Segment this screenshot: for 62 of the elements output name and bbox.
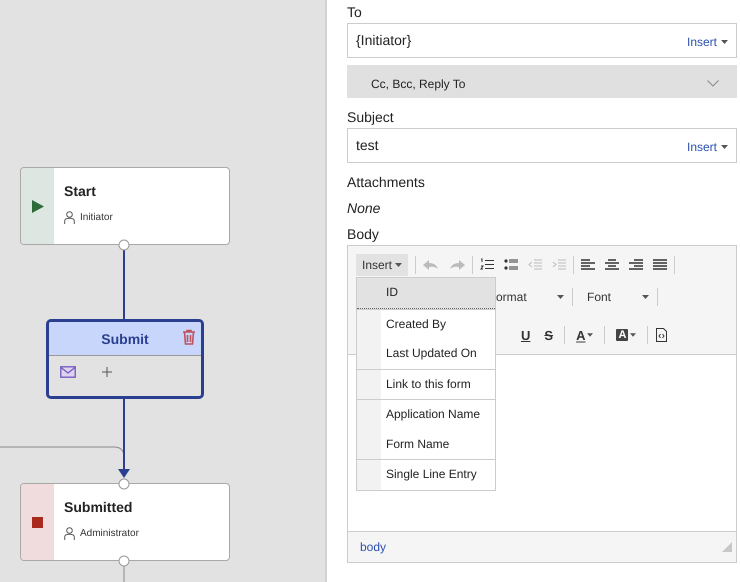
menu-item[interactable]: Last Updated On bbox=[357, 339, 495, 368]
field-value: {Initiator} bbox=[356, 31, 412, 48]
state-node[interactable]: Submitted Administrator bbox=[20, 483, 230, 561]
play-icon bbox=[32, 200, 44, 212]
person-icon bbox=[64, 211, 75, 224]
insert-menu-button[interactable]: Insert bbox=[356, 254, 408, 276]
node-role: Initiator bbox=[80, 212, 113, 223]
underline-button[interactable]: U bbox=[518, 328, 534, 342]
field-label: To bbox=[347, 3, 363, 21]
strikethrough-button[interactable]: S bbox=[541, 328, 556, 342]
insert-dropdown[interactable]: Insert bbox=[686, 24, 728, 49]
menu-item[interactable]: Application Name bbox=[357, 400, 495, 430]
node-title: Start bbox=[64, 183, 97, 199]
port-handle[interactable] bbox=[118, 478, 130, 490]
connector-line bbox=[123, 249, 125, 319]
to-field[interactable]: {Initiator} Insert bbox=[347, 23, 737, 58]
caret-icon bbox=[395, 263, 402, 267]
cc-bcc-toggle[interactable]: Cc, Bcc, Reply To bbox=[347, 65, 737, 98]
stop-icon bbox=[32, 516, 43, 528]
resize-handle[interactable] bbox=[722, 542, 732, 552]
node-role: Administrator bbox=[80, 528, 139, 539]
node-title: Submit bbox=[101, 330, 149, 346]
add-icon[interactable] bbox=[102, 367, 112, 377]
delete-icon[interactable] bbox=[182, 329, 196, 345]
field-label: Attachments bbox=[347, 173, 426, 191]
field-label: Body bbox=[347, 225, 380, 243]
element-path-link[interactable]: body bbox=[360, 540, 386, 554]
caret-icon bbox=[557, 295, 564, 299]
caret-icon bbox=[630, 333, 636, 337]
caret-icon bbox=[642, 295, 649, 299]
source-code-icon[interactable] bbox=[656, 328, 668, 342]
align-center-icon[interactable] bbox=[605, 259, 620, 271]
background-color-button[interactable]: A bbox=[613, 329, 640, 341]
person-icon bbox=[64, 527, 75, 540]
menu-item[interactable]: Created By bbox=[357, 310, 495, 339]
node-title: Submitted bbox=[64, 499, 134, 515]
subject-field[interactable]: test Insert bbox=[347, 128, 737, 163]
align-right-icon[interactable] bbox=[629, 259, 644, 271]
email-icon[interactable] bbox=[60, 366, 76, 378]
port-handle[interactable] bbox=[118, 555, 130, 567]
numbered-list-icon[interactable] bbox=[480, 258, 494, 272]
align-left-icon[interactable] bbox=[581, 259, 596, 271]
caret-icon bbox=[721, 145, 728, 149]
port-handle[interactable] bbox=[118, 239, 130, 251]
chevron-icon bbox=[707, 80, 719, 87]
attachments-value: None bbox=[347, 199, 382, 217]
caret-icon bbox=[721, 40, 728, 44]
caret-icon bbox=[587, 333, 594, 337]
insert-dropdown[interactable]: Insert bbox=[686, 129, 728, 154]
format-dropdown[interactable]: ormat bbox=[496, 290, 572, 304]
font-dropdown[interactable]: Font bbox=[573, 290, 657, 304]
menu-item[interactable]: Single Line Entry bbox=[357, 460, 495, 490]
menu-item[interactable]: Link to this form bbox=[357, 370, 495, 399]
justify-icon[interactable] bbox=[653, 259, 668, 271]
step-node[interactable]: Submit bbox=[46, 319, 204, 399]
bullet-list-icon[interactable] bbox=[504, 258, 518, 272]
menu-item[interactable]: Form Name bbox=[357, 430, 495, 459]
state-node[interactable]: Start Initiator bbox=[20, 167, 230, 245]
field-label: Subject bbox=[347, 108, 395, 126]
text-color-button[interactable]: A bbox=[573, 328, 596, 342]
menu-item[interactable]: ID bbox=[357, 278, 495, 308]
field-value: test bbox=[356, 136, 379, 153]
